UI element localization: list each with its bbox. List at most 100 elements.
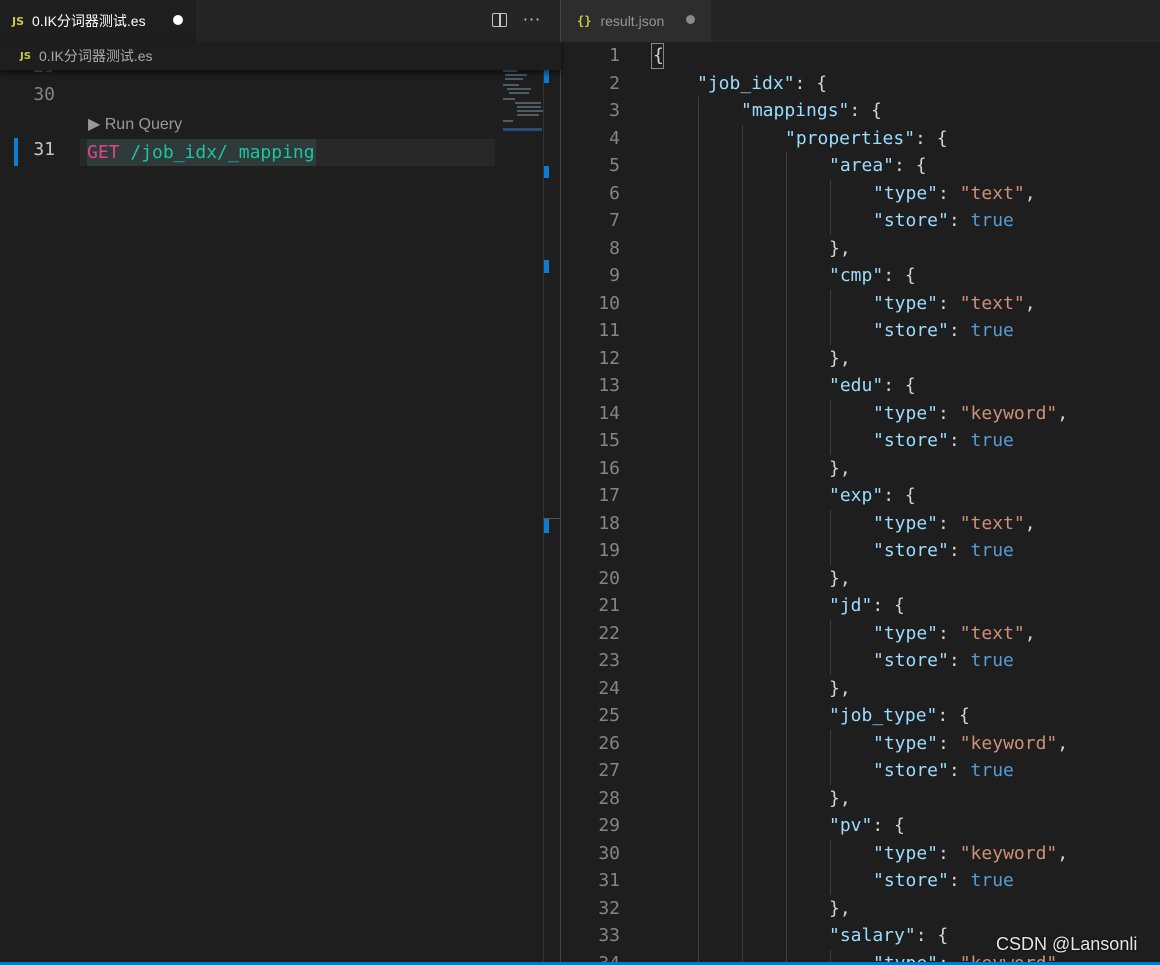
json-line[interactable]: 12}, [561, 345, 1160, 372]
indent-guide [698, 289, 699, 317]
indent-guide [698, 839, 699, 867]
indent-guide [742, 207, 743, 235]
json-code: "store": true [873, 207, 1014, 234]
json-key: "store" [873, 210, 949, 231]
json-line[interactable]: 2 "job_idx": { [561, 70, 1160, 97]
request-line[interactable]: GET /job_idx/_mapping [87, 139, 316, 166]
indent-guide [786, 784, 787, 812]
tab-ik-test-es[interactable]: JS 0.IK分词器测试.es [0, 0, 196, 42]
json-line[interactable]: 25 "job_type": { [561, 702, 1160, 729]
json-line[interactable]: 5 "area": { [561, 152, 1160, 179]
json-line[interactable]: 14 "type": "keyword", [561, 400, 1160, 427]
json-line[interactable]: 13 "edu": { [561, 372, 1160, 399]
js-file-icon: JS [12, 14, 25, 28]
minimap[interactable] [503, 70, 543, 132]
json-string: "keyword" [959, 732, 1058, 754]
json-line[interactable]: 21 "jd": { [561, 592, 1160, 619]
json-code: "job_idx": { [697, 70, 827, 97]
json-boolean: true [970, 540, 1014, 561]
json-line[interactable]: 15 "store": true [561, 427, 1160, 454]
json-key: "cmp" [829, 265, 884, 286]
indent-guide [742, 454, 743, 482]
json-line[interactable]: 31 "store": true [561, 867, 1160, 894]
json-punctuation: , [1024, 512, 1036, 534]
line-number: 27 [598, 760, 620, 781]
json-code: "salary": { [829, 922, 948, 949]
tab-result-json[interactable]: {} result.json [561, 0, 711, 42]
json-code: "exp": { [829, 482, 916, 509]
indent-guide [698, 179, 699, 207]
json-line[interactable]: 9 "cmp": { [561, 262, 1160, 289]
json-line[interactable]: 6 "type": "text", [561, 180, 1160, 207]
minimap-slider[interactable] [503, 128, 542, 131]
line-number: 17 [598, 485, 620, 506]
json-line[interactable]: 16}, [561, 455, 1160, 482]
line-number: 10 [598, 292, 620, 314]
left-editor-group: JS 0.IK分词器测试.es ··· JS 0.IK分词器测试.es 29 3… [0, 0, 561, 965]
json-result-editor[interactable]: 1{2 "job_idx": {3 "mappings": {4 "propertie… [561, 42, 1160, 965]
json-line[interactable]: 17 "exp": { [561, 482, 1160, 509]
indent-guide [786, 317, 787, 345]
json-line[interactable]: 32}, [561, 895, 1160, 922]
indent-guide [786, 647, 787, 675]
breadcrumb[interactable]: JS 0.IK分词器测试.es [0, 42, 561, 70]
json-line[interactable]: 28}, [561, 785, 1160, 812]
right-editor-group: {} result.json 1{2 "job_idx": {3 "mappings… [561, 0, 1160, 965]
json-line[interactable]: 4 "properties": { [561, 125, 1160, 152]
indent-guide [698, 262, 699, 290]
json-key: "type" [873, 402, 939, 424]
json-punctuation: : { [883, 265, 916, 286]
json-code: "store": true [873, 427, 1014, 454]
json-line[interactable]: 7 "store": true [561, 207, 1160, 234]
unsaved-dot-icon[interactable] [686, 15, 695, 24]
json-code: }, [829, 455, 851, 482]
line-number: 21 [598, 595, 620, 616]
json-boolean: true [970, 870, 1014, 891]
indent-guide [786, 674, 787, 702]
json-key: "mappings" [741, 100, 850, 121]
more-actions-icon[interactable]: ··· [522, 10, 542, 30]
json-line[interactable]: 19 "store": true [561, 537, 1160, 564]
json-line[interactable]: 3 "mappings": { [561, 97, 1160, 124]
json-code: "properties": { [785, 125, 948, 152]
json-punctuation: : [948, 210, 971, 231]
indent-guide [742, 592, 743, 620]
indent-guide [698, 729, 699, 757]
indent-guide [698, 97, 699, 125]
json-punctuation: : [938, 182, 960, 204]
json-code: "type": "keyword", [873, 840, 1068, 867]
json-punctuation: : { [894, 155, 927, 176]
indent-guide [698, 812, 699, 840]
json-line[interactable]: 29 "pv": { [561, 812, 1160, 839]
json-line[interactable]: 8}, [561, 235, 1160, 262]
indent-guide [830, 647, 831, 675]
indent-guide [786, 399, 787, 427]
indent-guide [786, 344, 787, 372]
ruler-marker [544, 166, 549, 178]
unsaved-dot-icon[interactable] [173, 15, 183, 25]
json-key: "type" [873, 512, 939, 534]
json-line[interactable]: 23 "store": true [561, 647, 1160, 674]
json-line[interactable]: 26 "type": "keyword", [561, 730, 1160, 757]
json-line[interactable]: 10 "type": "text", [561, 290, 1160, 317]
indent-guide [742, 729, 743, 757]
indent-guide [698, 784, 699, 812]
indent-guide [742, 812, 743, 840]
split-editor-icon[interactable] [489, 10, 509, 30]
js-file-icon: JS [20, 50, 31, 62]
breadcrumb-label: 0.IK分词器测试.es [38, 48, 153, 64]
json-key: "pv" [829, 815, 873, 836]
indent-guide [742, 619, 743, 647]
run-query-codelens[interactable]: ▶ Run Query [88, 114, 182, 134]
json-key: "type" [873, 842, 939, 864]
json-line[interactable]: 22 "type": "text", [561, 620, 1160, 647]
code-editor[interactable]: 29 30 ▶ Run Query 31 GET /job_idx/_mappi… [0, 56, 545, 965]
json-line[interactable]: 18 "type": "text", [561, 510, 1160, 537]
json-line[interactable]: 27 "store": true [561, 757, 1160, 784]
json-line[interactable]: 11 "store": true [561, 317, 1160, 344]
json-code: }, [829, 345, 851, 372]
json-punctuation: , [1024, 622, 1036, 644]
json-line[interactable]: 24}, [561, 675, 1160, 702]
json-line[interactable]: 20}, [561, 565, 1160, 592]
json-line[interactable]: 30 "type": "keyword", [561, 840, 1160, 867]
